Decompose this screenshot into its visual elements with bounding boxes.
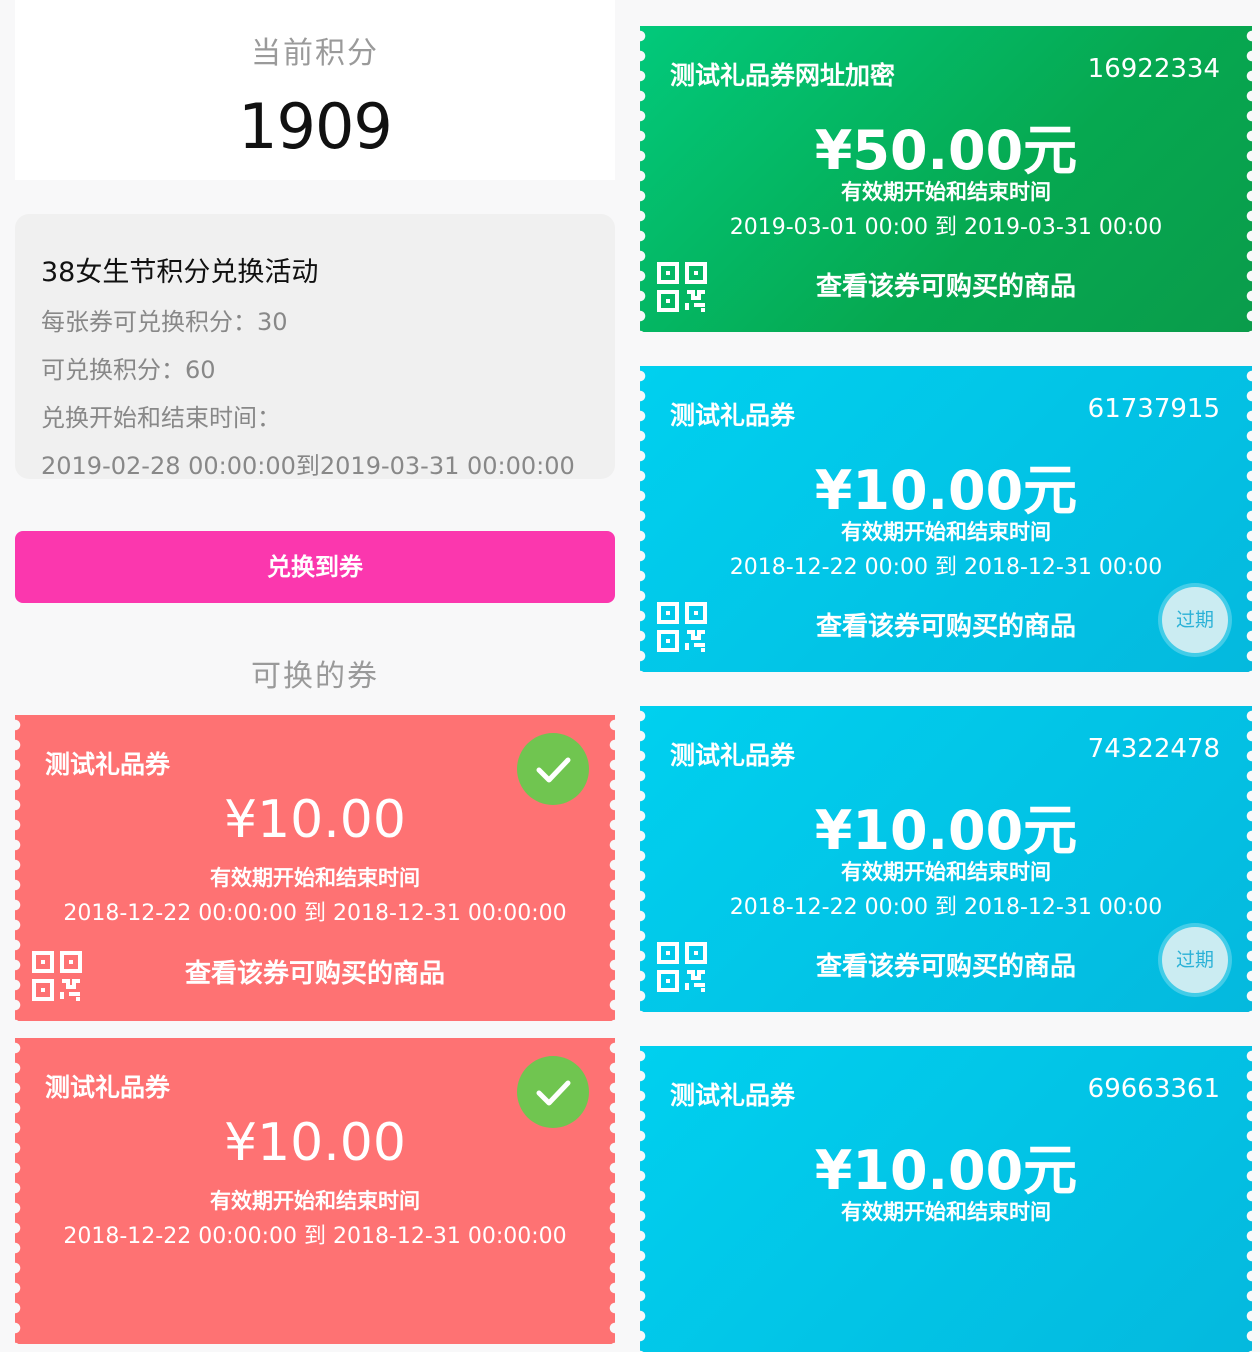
coupon-card[interactable]: 测试礼品券 ¥10.00 有效期开始和结束时间 2018-12-22 00:00… bbox=[15, 715, 615, 1021]
coupon-card[interactable]: 测试礼品券网址加密 16922334 ¥50.00元 有效期开始和结束时间 20… bbox=[640, 26, 1252, 332]
coupon-period: 2018-12-22 00:00:00 到 2018-12-31 00:00:0… bbox=[63, 1224, 567, 1249]
coupon-name: 测试礼品券 bbox=[45, 750, 171, 779]
activity-title: 38女生节积分兑换活动 bbox=[41, 257, 319, 288]
per-coupon-points: 每张券可兑换积分：30 bbox=[41, 308, 288, 336]
coupon-card[interactable]: 测试礼品券 61737915 ¥10.00元 有效期开始和结束时间 2018-1… bbox=[640, 366, 1252, 672]
view-goods-link[interactable]: 查看该券可购买的商品 bbox=[640, 606, 1252, 643]
expired-badge: 过期 bbox=[1162, 927, 1228, 993]
coupon-valid-label: 有效期开始和结束时间 bbox=[841, 180, 1051, 204]
coupon-period: 2018-12-22 00:00 到 2018-12-31 00:00 bbox=[729, 555, 1163, 580]
exchange-time-label: 兑换开始和结束时间： bbox=[41, 404, 281, 432]
coupon-card[interactable]: 测试礼品券 69663361 ¥10.00元 有效期开始和结束时间 bbox=[640, 1046, 1252, 1352]
view-goods-link[interactable]: 查看该券可购买的商品 bbox=[640, 946, 1252, 983]
coupon-valid-label: 有效期开始和结束时间 bbox=[210, 1189, 420, 1213]
coupon-name: 测试礼品券网址加密 bbox=[670, 61, 896, 90]
exchange-button[interactable]: 兑换到券 bbox=[15, 531, 615, 603]
coupon-period: 2019-03-01 00:00 到 2019-03-31 00:00 bbox=[729, 215, 1163, 240]
coupon-id: 69663361 bbox=[1087, 1074, 1220, 1104]
right-column: 测试礼品券网址加密 16922334 ¥50.00元 有效期开始和结束时间 20… bbox=[640, 0, 1252, 1352]
coupon-card[interactable]: 测试礼品券 74322478 ¥10.00元 有效期开始和结束时间 2018-1… bbox=[640, 706, 1252, 1012]
left-column: 当前积分 1909 38女生节积分兑换活动 每张券可兑换积分：30 可兑换积分：… bbox=[15, 0, 615, 1344]
activity-card: 38女生节积分兑换活动 每张券可兑换积分：30 可兑换积分：60 兑换开始和结束… bbox=[15, 214, 615, 480]
coupon-period: 2018-12-22 00:00 到 2018-12-31 00:00 bbox=[729, 895, 1163, 920]
exchange-time-range: 2019-02-28 00:00:00到2019-03-31 00:00:00 bbox=[41, 452, 575, 480]
coupon-valid-label: 有效期开始和结束时间 bbox=[841, 1200, 1051, 1224]
coupon-amount: ¥50.00元 bbox=[814, 119, 1078, 182]
coupon-amount: ¥10.00元 bbox=[814, 459, 1078, 522]
points-value: 1909 bbox=[238, 90, 393, 163]
coupon-amount: ¥10.00元 bbox=[814, 1139, 1078, 1202]
coupon-amount: ¥10.00 bbox=[224, 1113, 406, 1173]
coupon-card[interactable]: 测试礼品券 ¥10.00 有效期开始和结束时间 2018-12-22 00:00… bbox=[15, 1038, 615, 1344]
coupon-valid-label: 有效期开始和结束时间 bbox=[841, 520, 1051, 544]
expired-badge: 过期 bbox=[1162, 587, 1228, 653]
coupon-name: 测试礼品券 bbox=[670, 1081, 796, 1110]
coupon-period: 2018-12-22 00:00:00 到 2018-12-31 00:00:0… bbox=[63, 901, 567, 926]
coupon-id: 16922334 bbox=[1087, 54, 1220, 84]
coupon-id: 61737915 bbox=[1087, 394, 1220, 424]
coupon-name: 测试礼品券 bbox=[670, 401, 796, 430]
coupon-valid-label: 有效期开始和结束时间 bbox=[841, 860, 1051, 884]
available-points: 可兑换积分：60 bbox=[41, 356, 216, 384]
coupon-amount: ¥10.00元 bbox=[814, 799, 1078, 862]
available-coupons-title: 可换的券 bbox=[251, 659, 379, 694]
coupon-valid-label: 有效期开始和结束时间 bbox=[210, 866, 420, 890]
coupon-name: 测试礼品券 bbox=[670, 741, 796, 770]
view-goods-link[interactable]: 查看该券可购买的商品 bbox=[640, 266, 1252, 303]
points-label: 当前积分 bbox=[251, 36, 379, 71]
coupon-id: 74322478 bbox=[1087, 734, 1220, 764]
view-goods-link[interactable]: 查看该券可购买的商品 bbox=[15, 953, 615, 990]
points-card: 当前积分 1909 bbox=[15, 0, 615, 180]
coupon-name: 测试礼品券 bbox=[45, 1073, 171, 1102]
coupon-amount: ¥10.00 bbox=[224, 790, 406, 850]
